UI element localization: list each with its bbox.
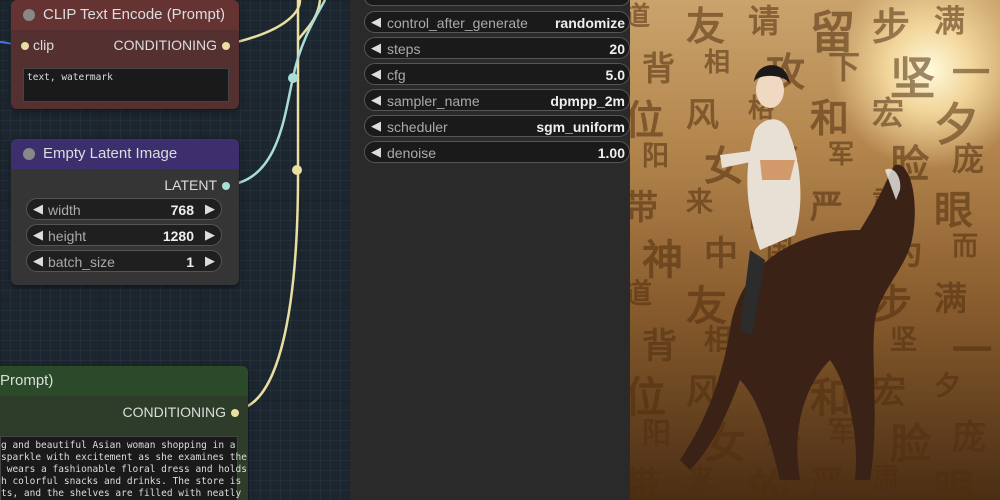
wire-yellow-right <box>296 0 322 41</box>
prompt-textarea[interactable]: g and beautiful Asian woman shopping in … <box>0 436 247 500</box>
widget-label: cfg <box>387 67 406 83</box>
output-pin-icon[interactable] <box>222 42 230 50</box>
image-preview[interactable]: 道友请留步满背相攻下坚一位风格和宏夕阳女将军脸庞带来的严肃眼神中国作为而道友请留… <box>630 0 1000 500</box>
widget-value: 5.0 <box>605 67 625 83</box>
widget-label: sampler_name <box>387 93 480 109</box>
widget-label: control_after_generate <box>387 15 528 31</box>
widget-label: steps <box>387 41 421 57</box>
input-pin-icon[interactable] <box>21 42 29 50</box>
slot-row: CONDITIONING <box>0 401 248 423</box>
node-graph-canvas[interactable]: CLIP Text Encode (Prompt) clip CONDITION… <box>0 0 350 500</box>
node-title-bar[interactable]: Empty Latent Image <box>11 139 239 169</box>
widget-box[interactable]: ◀ cfg 5.0 <box>364 63 630 85</box>
increment-arrow-icon[interactable]: ▶ <box>205 227 215 243</box>
increment-arrow-icon[interactable]: ▶ <box>205 201 215 217</box>
wire-reroute-yellow <box>292 165 302 175</box>
widget-label: denoise <box>387 145 437 161</box>
slot-label: LATENT <box>164 177 217 193</box>
node-title: CLIP Text Encode (Prompt) <box>43 6 226 23</box>
decrement-arrow-icon[interactable]: ◀ <box>371 66 381 82</box>
rider-on-horse-illustration <box>680 65 915 481</box>
prompt-text-line: sparkle with excitement as she examines … <box>1 452 247 463</box>
prompt-text-line: h colorful snacks and drinks. The store … <box>1 476 242 487</box>
node-title: Empty Latent Image <box>43 145 178 162</box>
widget-box[interactable]: ◀ sampler_name dpmpp_2m <box>364 89 630 111</box>
widget-value: randomize <box>554 15 625 31</box>
prompt-text: text, watermark <box>27 72 113 83</box>
widget-label: height <box>48 228 87 244</box>
node-collapse-dot[interactable] <box>23 9 35 21</box>
widget-label: width <box>48 202 81 218</box>
slot-row: LATENT <box>11 174 239 196</box>
seed-widget-partial[interactable] <box>364 0 630 6</box>
decrement-arrow-icon[interactable]: ◀ <box>33 227 43 243</box>
widget-value: 1280 <box>162 228 194 244</box>
slot-label: CONDITIONING <box>113 37 217 53</box>
decrement-arrow-icon[interactable]: ◀ <box>371 92 381 108</box>
widget-box[interactable]: ◀ denoise 1.00 <box>364 141 630 163</box>
conditioning-output-slot[interactable]: CONDITIONING <box>113 37 230 53</box>
widget-value: 1 <box>186 254 194 270</box>
batch-size-widget[interactable]: ◀ batch_size 1 ▶ <box>26 250 222 272</box>
clip-input-slot[interactable]: clip <box>21 37 55 53</box>
node-title-bar[interactable]: CLIP Text Encode (Prompt) <box>11 0 239 30</box>
latent-output-slot[interactable]: LATENT <box>164 177 230 193</box>
slot-label: clip <box>33 37 55 53</box>
wire-conditioning-negative <box>228 0 302 46</box>
prompt-textarea[interactable]: text, watermark <box>23 68 229 102</box>
width-widget[interactable]: ◀ width 768 ▶ <box>26 198 222 220</box>
node-title-bar[interactable]: Prompt) <box>0 366 248 396</box>
widget-box[interactable]: ◀ scheduler sgm_uniform <box>364 115 630 137</box>
widget-box[interactable]: ◀ control_after_generate randomize <box>364 11 630 33</box>
clip-text-encode-positive-node[interactable]: Prompt) CONDITIONING g and beautiful Asi… <box>0 366 248 500</box>
decrement-arrow-icon[interactable]: ◀ <box>371 14 381 30</box>
decrement-arrow-icon[interactable]: ◀ <box>371 118 381 134</box>
widget-label: scheduler <box>387 119 448 135</box>
node-title: Prompt) <box>0 372 54 389</box>
widget-value: 1.00 <box>597 145 625 161</box>
prompt-text-line: wears a fashionable floral dress and hol… <box>1 464 247 475</box>
decrement-arrow-icon[interactable]: ◀ <box>33 253 43 269</box>
ksampler-node-panel[interactable]: ◀ control_after_generate randomize ◀ ste… <box>350 0 630 500</box>
wire-reroute-teal <box>288 73 298 83</box>
output-pin-icon[interactable] <box>222 182 230 190</box>
node-collapse-dot[interactable] <box>23 148 35 160</box>
slot-row: clip CONDITIONING <box>11 34 239 56</box>
increment-arrow-icon[interactable]: ▶ <box>205 253 215 269</box>
decrement-arrow-icon[interactable]: ◀ <box>33 201 43 217</box>
slot-label: CONDITIONING <box>122 404 226 420</box>
widget-label: batch_size <box>48 254 115 270</box>
height-widget[interactable]: ◀ height 1280 ▶ <box>26 224 222 246</box>
decrement-arrow-icon[interactable]: ◀ <box>371 144 381 160</box>
conditioning-output-slot[interactable]: CONDITIONING <box>122 404 239 420</box>
widget-value: sgm_uniform <box>536 119 625 135</box>
prompt-text-line: ts, and the shelves are filled with neat… <box>1 488 242 499</box>
widget-box[interactable]: ◀ steps 20 <box>364 37 630 59</box>
clip-text-encode-node[interactable]: CLIP Text Encode (Prompt) clip CONDITION… <box>11 0 239 109</box>
widget-value: 768 <box>170 202 194 218</box>
widget-value: 20 <box>609 41 625 57</box>
output-pin-icon[interactable] <box>231 409 239 417</box>
decrement-arrow-icon[interactable]: ◀ <box>371 40 381 56</box>
widget-value: dpmpp_2m <box>550 93 625 109</box>
empty-latent-image-node[interactable]: Empty Latent Image LATENT ◀ width 768 ▶ … <box>11 139 239 285</box>
prompt-text-line: g and beautiful Asian woman shopping in … <box>1 440 236 451</box>
